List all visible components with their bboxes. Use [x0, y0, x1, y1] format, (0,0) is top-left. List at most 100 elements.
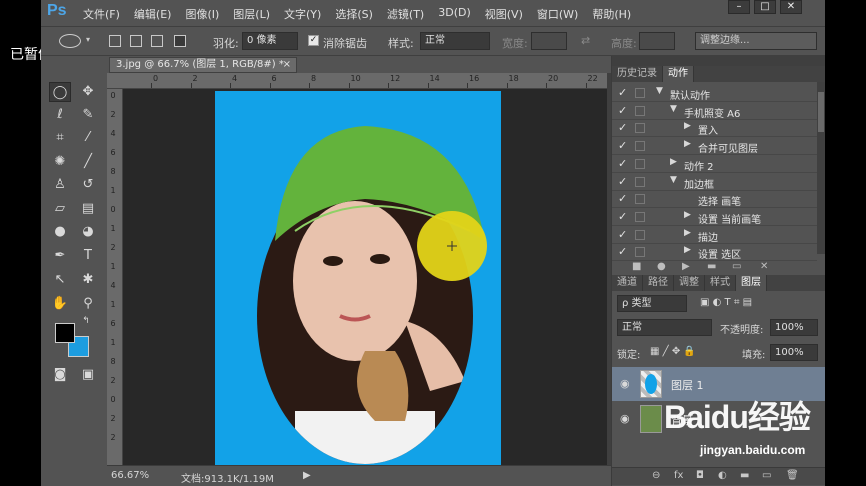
layer-filter-select[interactable]: ρ 类型 [617, 295, 687, 312]
menu-file[interactable]: 文件(F) [83, 6, 120, 22]
fill-input[interactable]: 100% [770, 344, 818, 361]
type-tool-icon[interactable]: T [77, 246, 99, 266]
close-tab-icon[interactable]: × [283, 58, 291, 72]
canvas-workspace[interactable] [123, 89, 607, 467]
swap-colors-icon[interactable]: ↰ [75, 316, 97, 326]
eyedropper-icon[interactable]: ⁄ [77, 128, 99, 148]
action-check-icon[interactable]: ✓ [618, 175, 627, 188]
healing-brush-icon[interactable]: ✺ [49, 152, 71, 172]
adjustment-layer-icon[interactable]: ◐ [718, 470, 727, 481]
add-mask-icon[interactable]: ◘ [696, 470, 704, 481]
zoom-tool-icon[interactable]: ⚲ [77, 294, 99, 314]
path-selection-icon[interactable]: ↖ [49, 270, 71, 290]
dialog-toggle-box[interactable] [635, 194, 645, 205]
tab-styles[interactable]: 样式 [705, 275, 736, 291]
menu-layer[interactable]: 图层(L) [233, 6, 270, 22]
action-check-icon[interactable]: ✓ [618, 121, 627, 134]
delete-layer-icon[interactable]: 🗑 [786, 470, 799, 481]
action-row[interactable]: ✓ ▼ 默认动作 [612, 84, 817, 102]
gradient-icon[interactable]: ▤ [77, 199, 99, 219]
visibility-eye-icon[interactable]: ◉ [620, 412, 630, 425]
expand-right-icon[interactable]: ▶ [670, 157, 677, 167]
document-canvas[interactable] [215, 91, 501, 467]
minimize-button[interactable]: – [728, 0, 750, 14]
intersect-selection-icon[interactable] [174, 35, 186, 47]
menu-image[interactable]: 图像(I) [185, 6, 219, 22]
move-tool-icon[interactable]: ✥ [77, 82, 99, 102]
quick-mask-icon[interactable]: ◙ [49, 365, 71, 385]
action-row[interactable]: ✓ ▶ 设置 当前画笔 [612, 208, 817, 226]
action-check-icon[interactable]: ✓ [618, 104, 627, 117]
dialog-toggle-box[interactable] [635, 141, 645, 152]
dialog-toggle-box[interactable] [635, 247, 645, 258]
blend-mode-select[interactable]: 正常 [617, 319, 712, 336]
swap-icon[interactable]: ⇄ [581, 34, 590, 47]
expand-down-icon[interactable]: ▼ [656, 86, 663, 96]
refine-edge-button[interactable]: 调整边缘... [695, 32, 817, 50]
play-icon[interactable]: ▶ [682, 261, 690, 272]
marquee-tool-icon[interactable]: ◯ [49, 82, 71, 102]
status-menu-arrow[interactable]: ▶ [303, 470, 311, 481]
history-brush-icon[interactable]: ↺ [77, 175, 99, 195]
dialog-toggle-box[interactable] [635, 211, 645, 222]
action-row[interactable]: ✓ ▶ 描边 [612, 226, 817, 244]
antialias-checkbox[interactable]: ✓ [308, 35, 319, 46]
new-action-icon[interactable]: ▭ [732, 261, 741, 272]
maximize-button[interactable]: □ [754, 0, 776, 14]
menu-filter[interactable]: 滤镜(T) [387, 6, 424, 22]
action-check-icon[interactable]: ✓ [618, 210, 627, 223]
dialog-toggle-box[interactable] [635, 123, 645, 134]
fx-icon[interactable]: fx [674, 470, 683, 481]
foreground-color-swatch[interactable] [55, 323, 75, 343]
screen-mode-icon[interactable]: ▣ [77, 365, 99, 385]
pen-tool-icon[interactable]: ✒ [49, 246, 71, 266]
lock-icons[interactable]: ▦ ╱ ✥ 🔒 [650, 346, 696, 357]
blur-tool-icon[interactable]: ● [49, 222, 71, 242]
stop-icon[interactable]: ■ [632, 261, 641, 272]
dodge-tool-icon[interactable]: ◕ [77, 222, 99, 242]
close-window-button[interactable]: ✕ [780, 0, 802, 14]
tab-actions[interactable]: 动作 [663, 66, 694, 82]
new-selection-icon[interactable] [109, 35, 121, 47]
menu-window[interactable]: 窗口(W) [537, 6, 578, 22]
elliptical-marquee-icon[interactable] [59, 34, 81, 48]
action-check-icon[interactable]: ✓ [618, 86, 627, 99]
tab-paths[interactable]: 路径 [643, 275, 674, 291]
action-check-icon[interactable]: ✓ [618, 228, 627, 241]
layer-filter-icons[interactable]: ▣ ◐ T ⌗ ▤ [700, 297, 752, 308]
action-row[interactable]: ✓ ▶ 动作 2 [612, 155, 817, 173]
height-input[interactable] [639, 32, 675, 50]
expand-right-icon[interactable]: ▶ [684, 121, 691, 131]
menu-edit[interactable]: 编辑(E) [134, 6, 172, 22]
action-row[interactable]: ✓ ▼ 手机照变 A6 [612, 102, 817, 120]
feather-input[interactable]: 0 像素 [242, 32, 298, 50]
new-set-icon[interactable]: ▬ [707, 261, 716, 272]
style-select[interactable]: 正常 [420, 32, 490, 50]
action-row[interactable]: ✓ ▶ 设置 选区 [612, 243, 817, 262]
quick-selection-icon[interactable]: ✎ [77, 105, 99, 125]
visibility-eye-icon[interactable]: ◉ [620, 377, 630, 390]
tab-channels[interactable]: 通道 [612, 275, 643, 291]
shape-tool-icon[interactable]: ✱ [77, 270, 99, 290]
menu-view[interactable]: 视图(V) [485, 6, 523, 22]
zoom-level[interactable]: 66.67% [111, 470, 149, 481]
expand-right-icon[interactable]: ▶ [684, 228, 691, 238]
tab-adjustments[interactable]: 调整 [674, 275, 705, 291]
menu-select[interactable]: 选择(S) [335, 6, 373, 22]
lasso-tool-icon[interactable]: ℓ [49, 105, 71, 125]
crop-tool-icon[interactable]: ⌗ [49, 128, 71, 148]
action-row[interactable]: ✓ 选择 画笔 [612, 190, 817, 209]
expand-down-icon[interactable]: ▼ [670, 175, 677, 185]
dialog-toggle-box[interactable] [635, 158, 645, 169]
dialog-toggle-box[interactable] [635, 229, 645, 240]
delete-action-icon[interactable]: ✕ [760, 261, 768, 272]
action-row[interactable]: ✓ ▶ 合并可见图层 [612, 137, 817, 156]
action-check-icon[interactable]: ✓ [618, 139, 627, 152]
width-input[interactable] [531, 32, 567, 50]
expand-right-icon[interactable]: ▶ [684, 245, 691, 255]
tab-layers[interactable]: 图层 [736, 275, 767, 291]
dialog-toggle-box[interactable] [635, 176, 645, 187]
new-layer-icon[interactable]: ▭ [762, 470, 771, 481]
clone-stamp-icon[interactable]: ♙ [49, 175, 71, 195]
document-tab[interactable]: 3.jpg @ 66.7% (图层 1, RGB/8#) * × [109, 57, 297, 73]
